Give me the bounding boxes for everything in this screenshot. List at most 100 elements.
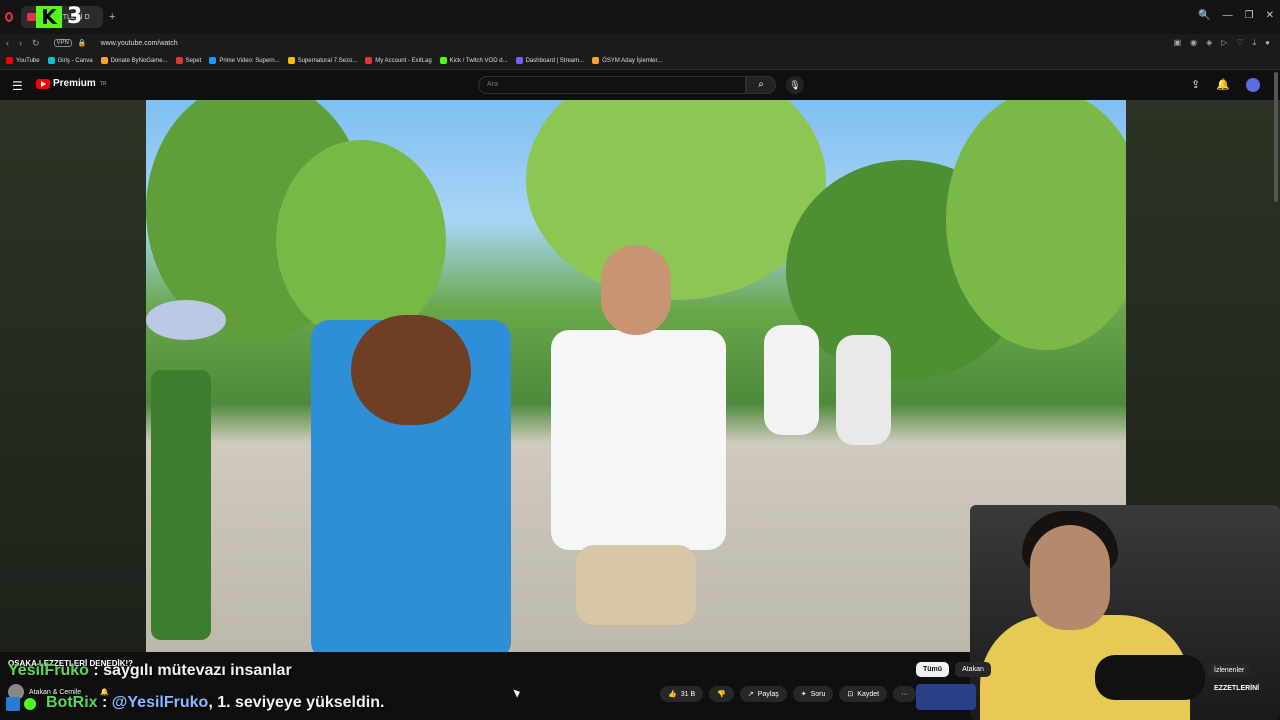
share-icon: ↗ <box>747 691 754 698</box>
thumbs-down-icon: 👎 <box>717 691 726 698</box>
bookmarks-bar: YouTube Giriş - Canva Donate ByNoGame...… <box>0 52 1280 70</box>
like-button[interactable]: 👍 31 B <box>660 686 704 702</box>
bookmark-icon: ⊡ <box>847 691 854 698</box>
umbrella-shape <box>146 300 226 340</box>
canva-icon <box>47 57 55 64</box>
person-figure <box>836 335 891 445</box>
ambient-left <box>0 100 146 652</box>
person-figure <box>551 330 726 550</box>
chat-separator: : <box>88 662 104 679</box>
bynogame-icon <box>100 57 108 64</box>
webcam-microphone <box>1095 655 1205 700</box>
chat-message: YesilFruko : saygılı mütevazı insanlar <box>8 662 292 680</box>
mouse-cursor-icon <box>513 687 522 698</box>
prime-video-icon <box>209 57 217 64</box>
chat-text: , 1. seviyeye yükseldin. <box>208 694 385 711</box>
vpn-badge[interactable]: VPN <box>53 39 72 47</box>
reload-icon[interactable]: ↻ <box>32 38 40 49</box>
notifications-bell-icon[interactable]: 🔔 <box>1216 78 1230 92</box>
bookmark-item[interactable]: Supernatural 7.Sezo... <box>287 57 357 64</box>
recommendation-chips: Tümü Atakan <box>916 662 991 677</box>
chat-username: YesilFruko <box>8 662 89 679</box>
verified-badge-icon <box>24 698 36 710</box>
bookmark-item[interactable]: YouTube <box>6 57 40 64</box>
upload-icon[interactable]: ⇪ <box>1191 78 1200 92</box>
tree-shape <box>276 140 446 340</box>
minimize-button[interactable]: — <box>1223 10 1233 21</box>
suggested-video-title[interactable]: EZZETLERİNİ <box>1214 685 1259 692</box>
snapshot-icon[interactable]: ▣ <box>1174 38 1182 48</box>
search-input[interactable]: Ara <box>478 76 746 94</box>
person-hair <box>351 315 471 425</box>
youtube-icon <box>6 57 13 64</box>
kick-overlay-logo: K <box>36 6 62 28</box>
chat-mention: @YesilFruko <box>111 694 209 711</box>
sparkle-icon: ✦ <box>800 691 807 698</box>
exitlag-icon <box>365 57 373 64</box>
bookmark-item[interactable]: Donate ByNoGame... <box>100 57 168 64</box>
account-avatar[interactable] <box>1246 78 1260 92</box>
extension-icon[interactable]: ◈ <box>1206 38 1212 48</box>
chat-message: BotRix : @YesilFruko, 1. seviyeye yüksel… <box>46 694 384 712</box>
lock-icon: 🔒 <box>77 40 87 47</box>
chat-separator: : <box>97 694 112 711</box>
mic-icon: 🎙 <box>789 80 801 90</box>
kick-overlay-number: 3 <box>67 4 83 29</box>
dislike-button[interactable]: 👎 <box>709 686 734 702</box>
forward-icon[interactable]: › <box>19 38 22 49</box>
browser-tab-bar: LEZZETLERİ D + 🔍 — ❐ ✕ <box>0 0 1280 34</box>
browser-tab[interactable]: LEZZETLERİ D <box>21 6 103 28</box>
menu-icon[interactable]: ☰ <box>12 79 23 93</box>
new-tab-button[interactable]: + <box>109 11 115 23</box>
bookmark-item[interactable]: My Account - ExitLag <box>365 57 432 64</box>
cart-icon <box>175 57 183 64</box>
webcam-head <box>1030 525 1110 630</box>
bookmark-item[interactable]: ÖSYM Aday İşlemler... <box>592 57 662 64</box>
video-actions: 👍 31 B 👎 ↗ Paylaş ✦ Soru ⊡ Kaydet ··· <box>660 686 917 702</box>
youtube-premium-logo[interactable]: Premium TR <box>36 78 106 89</box>
osym-icon <box>592 57 600 64</box>
opera-logo-icon[interactable] <box>5 12 13 22</box>
thumbs-up-icon: 👍 <box>668 691 677 698</box>
search-tabs-icon[interactable]: 🔍 <box>1198 10 1210 21</box>
chat-username: BotRix <box>46 694 98 711</box>
youtube-header: ☰ Premium TR Ara ⌕ 🎙 ⇪ 🔔 <box>0 70 1280 100</box>
chat-text: saygılı mütevazı insanlar <box>103 662 292 679</box>
suggested-video-thumbnail[interactable] <box>916 684 976 710</box>
more-actions-button[interactable]: ··· <box>893 686 917 702</box>
chip-watched[interactable]: İzlenenler <box>1208 664 1251 677</box>
address-bar-icons: ▣ ◉ ◈ ▷ ♡ ⤓ ● <box>1174 38 1270 48</box>
player-icon[interactable]: ▷ <box>1221 38 1227 48</box>
badge-icon <box>6 697 20 711</box>
window-controls: 🔍 — ❐ ✕ <box>1198 10 1274 21</box>
camera-icon[interactable]: ◉ <box>1190 38 1197 48</box>
back-icon[interactable]: ‹ <box>6 38 9 49</box>
bookmark-item[interactable]: Kick / Twitch VOD d... <box>439 57 508 64</box>
share-button[interactable]: ↗ Paylaş <box>739 686 787 702</box>
close-button[interactable]: ✕ <box>1266 10 1274 21</box>
voice-search-button[interactable]: 🎙 <box>786 76 804 94</box>
bookmark-item[interactable]: Sepet <box>175 57 201 64</box>
bookmark-item[interactable]: Giriş - Canva <box>47 57 93 64</box>
page-scrollbar[interactable] <box>1274 72 1278 202</box>
download-icon[interactable]: ⤓ <box>1253 38 1257 48</box>
bookmark-item[interactable]: Prime Video: Supern... <box>209 57 280 64</box>
maximize-button[interactable]: ❐ <box>1245 10 1254 21</box>
search-icon: ⌕ <box>758 79 764 90</box>
dashboard-icon <box>515 57 523 64</box>
bush-shape <box>151 370 211 640</box>
youtube-play-icon <box>36 78 50 89</box>
address-bar: ‹ › ↻ VPN 🔒 www.youtube.com/watch ▣ ◉ ◈ … <box>0 34 1280 52</box>
bookmark-item[interactable]: Dashboard | Stream... <box>515 57 584 64</box>
search-button[interactable]: ⌕ <box>746 76 776 94</box>
person-shorts <box>576 545 696 625</box>
heart-icon[interactable]: ♡ <box>1236 38 1243 48</box>
folder-icon <box>287 57 295 64</box>
ask-button[interactable]: ✦ Soru <box>792 686 834 702</box>
url-field[interactable]: www.youtube.com/watch <box>101 40 178 47</box>
profile-icon[interactable]: ● <box>1265 38 1270 48</box>
chip-channel[interactable]: Atakan <box>955 662 991 677</box>
chip-all[interactable]: Tümü <box>916 662 950 677</box>
tree-shape <box>526 100 826 300</box>
save-button[interactable]: ⊡ Kaydet <box>839 686 888 702</box>
